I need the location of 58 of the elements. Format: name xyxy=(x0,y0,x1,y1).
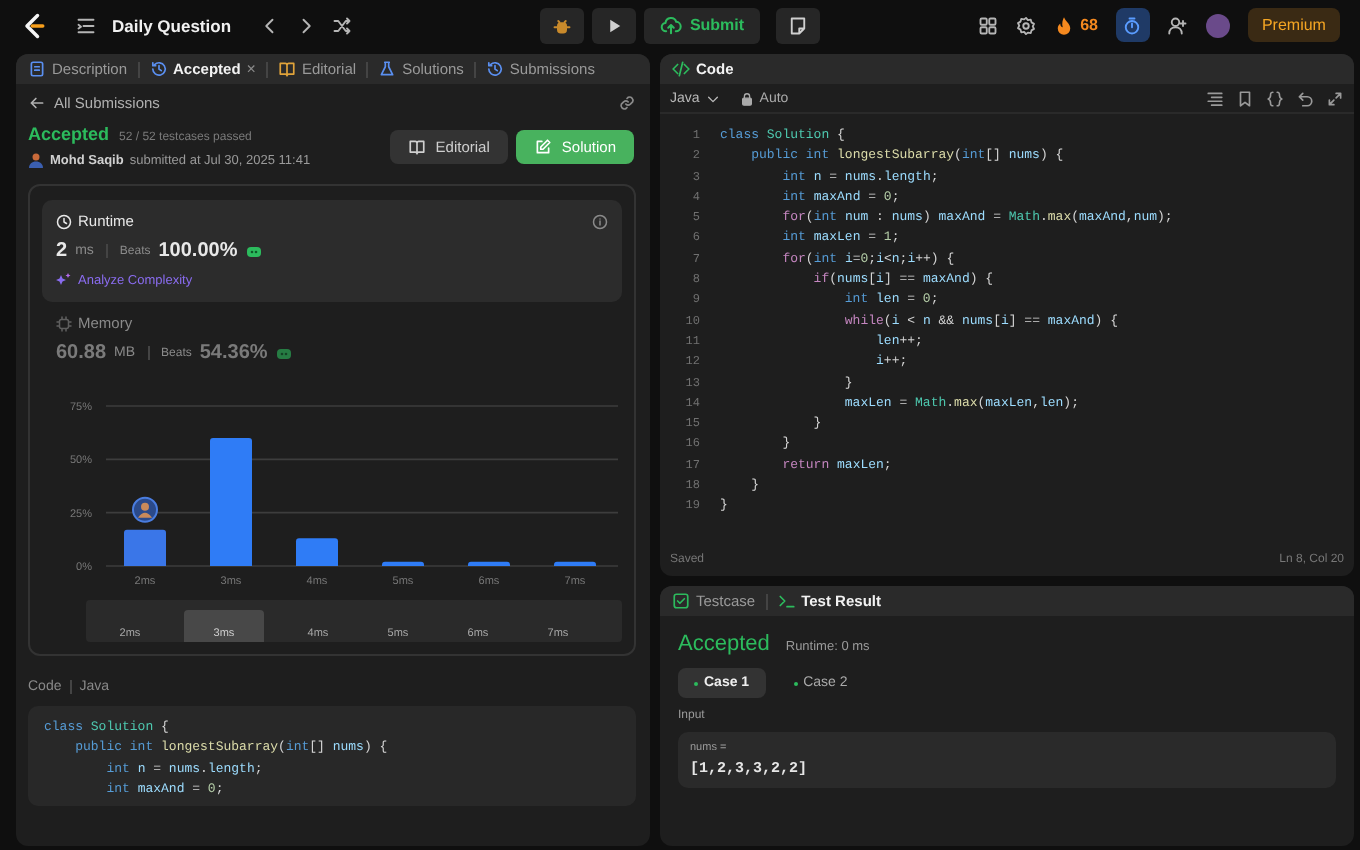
metric-value: 60.88 xyxy=(56,342,107,364)
badge-icon xyxy=(275,347,292,359)
chevron-down-icon xyxy=(705,91,720,105)
run-button[interactable] xyxy=(591,7,636,43)
metric-value: 2 xyxy=(56,240,68,262)
edit-icon xyxy=(533,137,552,155)
arrow-left-icon xyxy=(28,93,46,111)
format-icon[interactable] xyxy=(1206,89,1224,107)
info-icon xyxy=(592,213,608,229)
beats-percentage: 54.36% xyxy=(199,342,268,364)
flask-icon xyxy=(378,60,397,78)
book-icon xyxy=(277,60,296,78)
bug-icon xyxy=(551,15,572,35)
cloud-upload-icon xyxy=(659,14,682,36)
avatar[interactable] xyxy=(1205,13,1230,37)
submit-button[interactable]: Submit xyxy=(643,7,761,43)
streak-counter[interactable]: 68 xyxy=(1054,15,1098,35)
code-icon xyxy=(672,60,690,78)
bar[interactable] xyxy=(124,529,166,566)
description-icon xyxy=(28,60,46,78)
expand-icon[interactable] xyxy=(1326,89,1344,107)
lock-icon xyxy=(739,91,754,105)
flame-icon xyxy=(1054,15,1075,35)
bar[interactable] xyxy=(382,561,424,566)
stopwatch-icon xyxy=(1122,15,1143,35)
undo-icon[interactable] xyxy=(1296,89,1314,107)
terminal-icon xyxy=(777,592,796,610)
beats-percentage: 100.00% xyxy=(158,240,238,262)
layout-icon[interactable] xyxy=(978,15,999,35)
chip-icon xyxy=(56,315,72,331)
timer-button[interactable] xyxy=(1115,8,1150,42)
bookmark-icon[interactable] xyxy=(1236,89,1254,107)
avatar-marker xyxy=(132,496,158,523)
close-tab-button[interactable]: × xyxy=(246,60,256,78)
history-icon xyxy=(485,60,504,78)
book-icon xyxy=(407,137,426,155)
shuffle-icon[interactable] xyxy=(331,15,352,35)
history-icon xyxy=(149,60,168,78)
bar[interactable] xyxy=(554,561,596,566)
result-status: Accepted xyxy=(678,632,770,656)
badge-icon xyxy=(245,245,262,257)
notes-button[interactable] xyxy=(776,7,821,43)
bar[interactable] xyxy=(468,561,510,566)
link-icon[interactable] xyxy=(618,93,636,111)
checkbox-icon xyxy=(672,592,690,610)
braces-icon[interactable] xyxy=(1266,89,1284,107)
list-icon[interactable] xyxy=(76,15,96,35)
submission-status: Accepted xyxy=(28,124,110,144)
problem-list-title[interactable]: Daily Question xyxy=(112,15,232,35)
settings-icon[interactable] xyxy=(1016,15,1037,35)
note-icon xyxy=(788,15,809,35)
logo-icon[interactable] xyxy=(20,11,48,39)
add-user-icon[interactable] xyxy=(1167,15,1188,35)
premium-button[interactable]: Premium xyxy=(1247,8,1340,42)
person-avatar-icon xyxy=(28,152,44,168)
clock-icon xyxy=(56,213,72,229)
sparkle-icon xyxy=(56,272,72,288)
debug-button[interactable] xyxy=(539,7,584,43)
